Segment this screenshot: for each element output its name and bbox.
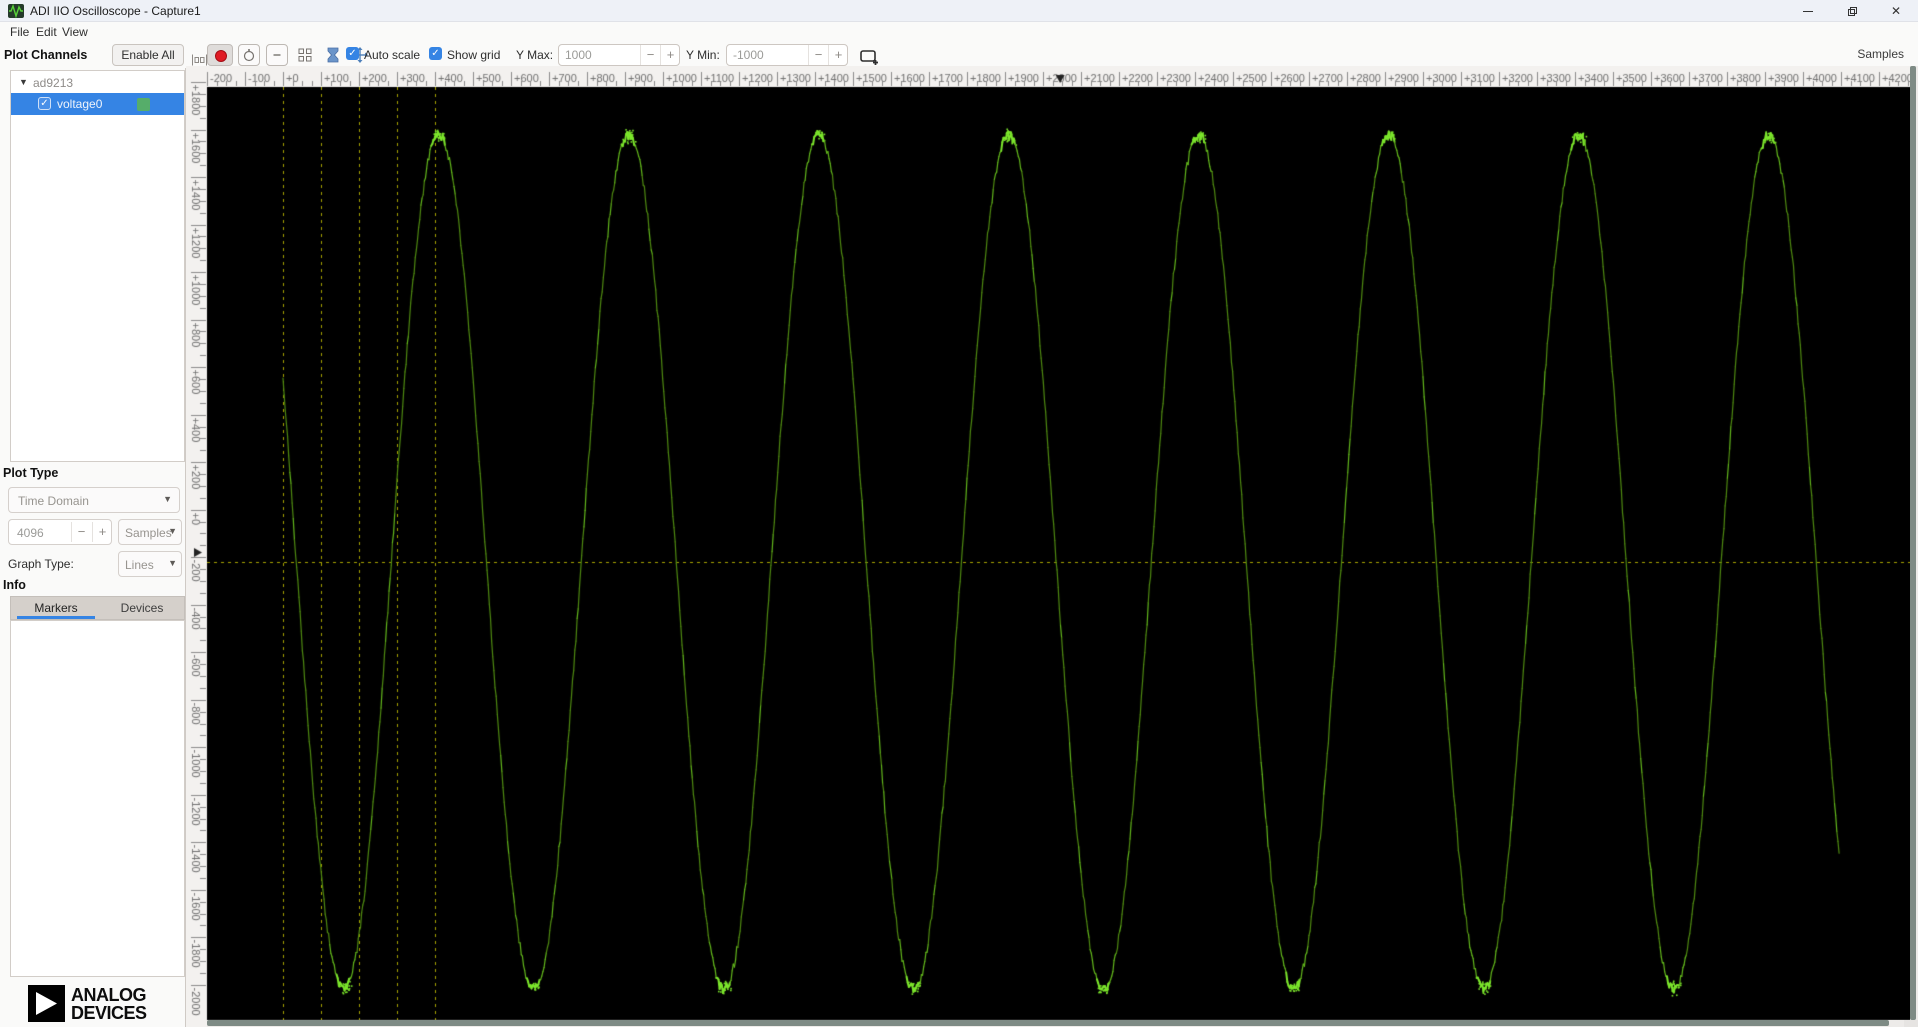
stopwatch-icon: [243, 49, 255, 62]
sample-unit-value: Samples: [125, 526, 172, 540]
chevron-down-icon: ▼: [168, 558, 177, 568]
record-icon: [215, 50, 227, 62]
logo-text-devices: DEVICES: [71, 1003, 147, 1023]
show-grid-label: Show grid: [447, 48, 501, 62]
plot-type-label: Plot Type: [3, 466, 59, 480]
plot-region: [186, 66, 1918, 1027]
toolbar: ✓ Auto scale ✓ Show grid Y Max: − + Y Mi…: [186, 42, 1918, 68]
menu-file[interactable]: File: [6, 24, 33, 40]
auto-scale-label: Auto scale: [364, 48, 421, 62]
zoom-in-button[interactable]: [238, 44, 260, 66]
y-max-label: Y Max:: [516, 48, 554, 62]
channel-row-voltage0[interactable]: ✓ voltage0: [11, 93, 184, 115]
device-name: ad9213: [33, 76, 74, 90]
app-icon: [8, 3, 24, 19]
auto-scale-checkbox[interactable]: ✓: [346, 47, 359, 60]
sample-count-spinbox: 4096 − +: [8, 519, 112, 545]
logo-text-analog: ANALOG: [71, 985, 147, 1005]
menu-edit[interactable]: Edit: [32, 24, 61, 40]
tab-markers[interactable]: Markers: [13, 597, 99, 619]
restore-button[interactable]: [1830, 0, 1874, 22]
title-bar: ADI IIO Oscilloscope - Capture1 ✕: [0, 0, 1918, 22]
sample-count-decrement-button[interactable]: −: [71, 522, 91, 542]
tab-devices[interactable]: Devices: [99, 597, 185, 619]
vertical-scrollbar-thumb[interactable]: [1910, 66, 1916, 1020]
graph-type-dropdown[interactable]: Lines ▼: [118, 551, 182, 577]
minimize-icon: [1803, 11, 1813, 13]
info-label: Info: [3, 578, 26, 592]
y-min-spinbox: − +: [726, 44, 848, 66]
info-tabs: Markers Devices: [10, 596, 185, 620]
y-min-increment-button[interactable]: +: [828, 45, 848, 65]
menu-view[interactable]: View: [58, 24, 92, 40]
scrollbar-corner: [1904, 1020, 1918, 1027]
plot-channels-label: Plot Channels: [4, 48, 88, 62]
y-max-decrement-button[interactable]: −: [640, 45, 660, 65]
graph-type-value: Lines: [125, 558, 154, 572]
capture-record-button[interactable]: [207, 44, 233, 66]
sample-count-value[interactable]: 4096: [17, 526, 44, 540]
channel-name: voltage0: [57, 97, 103, 111]
close-button[interactable]: ✕: [1874, 0, 1918, 22]
plot-type-dropdown[interactable]: Time Domain ▼: [8, 487, 180, 513]
zoom-out-button[interactable]: [266, 44, 288, 66]
grid-four-icon: [298, 48, 312, 62]
hourglass-icon: [327, 47, 339, 63]
sidebar: ▼ ad9213 ✓ voltage0 Plot Type Time Domai…: [0, 68, 186, 1027]
x-axis-unit-label: Samples: [1857, 47, 1904, 61]
expander-icon[interactable]: ▼: [19, 77, 28, 87]
show-grid-checkbox[interactable]: ✓: [429, 47, 442, 60]
channel-tree: ▼ ad9213 ✓ voltage0: [10, 70, 185, 462]
close-icon: ✕: [1890, 4, 1902, 18]
restore-icon: [1847, 7, 1857, 17]
vertical-scrollbar[interactable]: [1910, 66, 1918, 1020]
analog-devices-logo-icon: [28, 985, 65, 1022]
minus-icon: [273, 54, 281, 56]
y-min-decrement-button[interactable]: −: [808, 45, 828, 65]
enable-all-button[interactable]: Enable All: [112, 44, 184, 66]
app-window: ADI IIO Oscilloscope - Capture1 ✕ File E…: [0, 0, 1918, 1027]
y-max-spinbox: − +: [558, 44, 680, 66]
channel-checkbox[interactable]: ✓: [38, 97, 51, 110]
horizontal-scrollbar[interactable]: [207, 1020, 1905, 1027]
y-min-input[interactable]: [733, 46, 803, 64]
menu-bar: File Edit View: [0, 22, 1918, 42]
y-min-label: Y Min:: [686, 48, 720, 62]
plot-type-value: Time Domain: [18, 494, 89, 508]
y-max-increment-button[interactable]: +: [660, 45, 680, 65]
window-title: ADI IIO Oscilloscope - Capture1: [30, 4, 201, 18]
graph-type-label: Graph Type:: [8, 557, 74, 571]
waveform-canvas[interactable]: [186, 66, 1910, 1027]
channel-color-swatch[interactable]: [137, 98, 150, 111]
horizontal-scrollbar-thumb[interactable]: [207, 1020, 1889, 1026]
sample-count-increment-button[interactable]: +: [92, 522, 112, 542]
chevron-down-icon: ▼: [168, 526, 177, 536]
y-max-input[interactable]: [565, 46, 635, 64]
trigger-settings-button[interactable]: [322, 44, 344, 66]
minimize-button[interactable]: [1786, 0, 1830, 22]
chevron-down-icon: ▼: [163, 494, 172, 504]
zoom-fit-button[interactable]: [294, 44, 316, 66]
device-row[interactable]: ▼ ad9213: [11, 73, 184, 93]
markers-panel: [10, 620, 185, 977]
sample-unit-dropdown[interactable]: Samples ▼: [118, 519, 182, 545]
sidebar-header: Plot Channels Enable All: [0, 42, 186, 68]
